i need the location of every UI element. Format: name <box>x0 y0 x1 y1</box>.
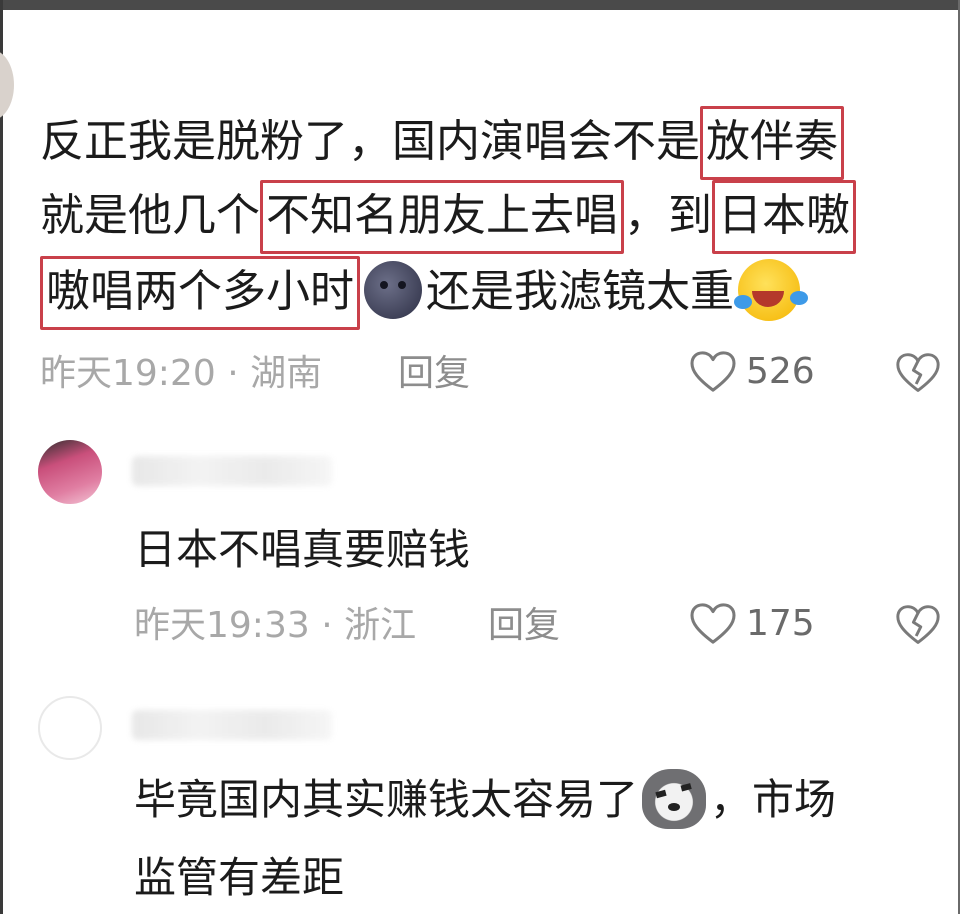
comment-text: 反正我是脱粉了，国内演唱会不是 <box>40 116 700 167</box>
laughing-crying-emoji-icon <box>734 259 800 321</box>
highlight-box: 放伴奏 <box>700 106 844 180</box>
avatar[interactable] <box>0 50 14 120</box>
dislike-button[interactable] <box>896 604 940 650</box>
comment-text: ，市场 <box>710 775 837 824</box>
dislike-button[interactable] <box>896 352 940 398</box>
avatar[interactable] <box>38 440 102 504</box>
comment-text: 就是他几个 <box>40 190 260 241</box>
heart-outline-icon <box>690 351 736 392</box>
highlight-box: 日本嗷 <box>712 180 856 254</box>
avatar[interactable] <box>38 696 102 760</box>
broken-heart-icon <box>896 605 940 644</box>
comment-1-text-line-3: 嗷唱两个多小时 还是我滤镜太重 <box>40 256 804 330</box>
reply-button[interactable]: 回复 <box>488 604 560 648</box>
comment-text-line-1: 毕竟国内其实赚钱太容易了 ，市场 <box>134 768 837 833</box>
comment-text: ，到 <box>624 190 712 241</box>
comment-text: 毕竟国内其实赚钱太容易了 <box>134 775 639 824</box>
like-count: 526 <box>746 351 815 392</box>
comment-1-text-line-1: 反正我是脱粉了，国内演唱会不是 放伴奏 <box>40 106 844 180</box>
highlight-box: 嗷唱两个多小时 <box>40 256 360 330</box>
comment-text: 还是我滤镜太重 <box>426 266 734 317</box>
heart-outline-icon <box>690 603 736 644</box>
like-button[interactable]: 526 <box>690 350 815 394</box>
like-button[interactable]: 175 <box>690 602 815 646</box>
author-name[interactable] <box>132 456 332 486</box>
highlight-box: 不知名朋友上去唱 <box>260 180 624 254</box>
comment-meta: 昨天19:20 · 湖南 <box>40 353 323 394</box>
window-frame-top <box>0 0 960 10</box>
author-name[interactable] <box>132 710 332 740</box>
comment-meta: 昨天19:33 · 浙江 <box>134 605 417 646</box>
doge-emoji-icon <box>642 768 707 829</box>
like-count: 175 <box>746 603 815 644</box>
comment-1-text-line-2: 就是他几个 不知名朋友上去唱 ，到 日本嗷 <box>40 180 856 254</box>
window-frame-left <box>0 0 3 914</box>
comment-text-line-2: 监管有差距 <box>134 853 345 902</box>
comment-text: 日本不唱真要赔钱 <box>134 525 471 574</box>
reply-button[interactable]: 回复 <box>398 352 470 396</box>
moon-face-emoji-icon <box>364 261 422 319</box>
broken-heart-icon <box>896 353 940 392</box>
